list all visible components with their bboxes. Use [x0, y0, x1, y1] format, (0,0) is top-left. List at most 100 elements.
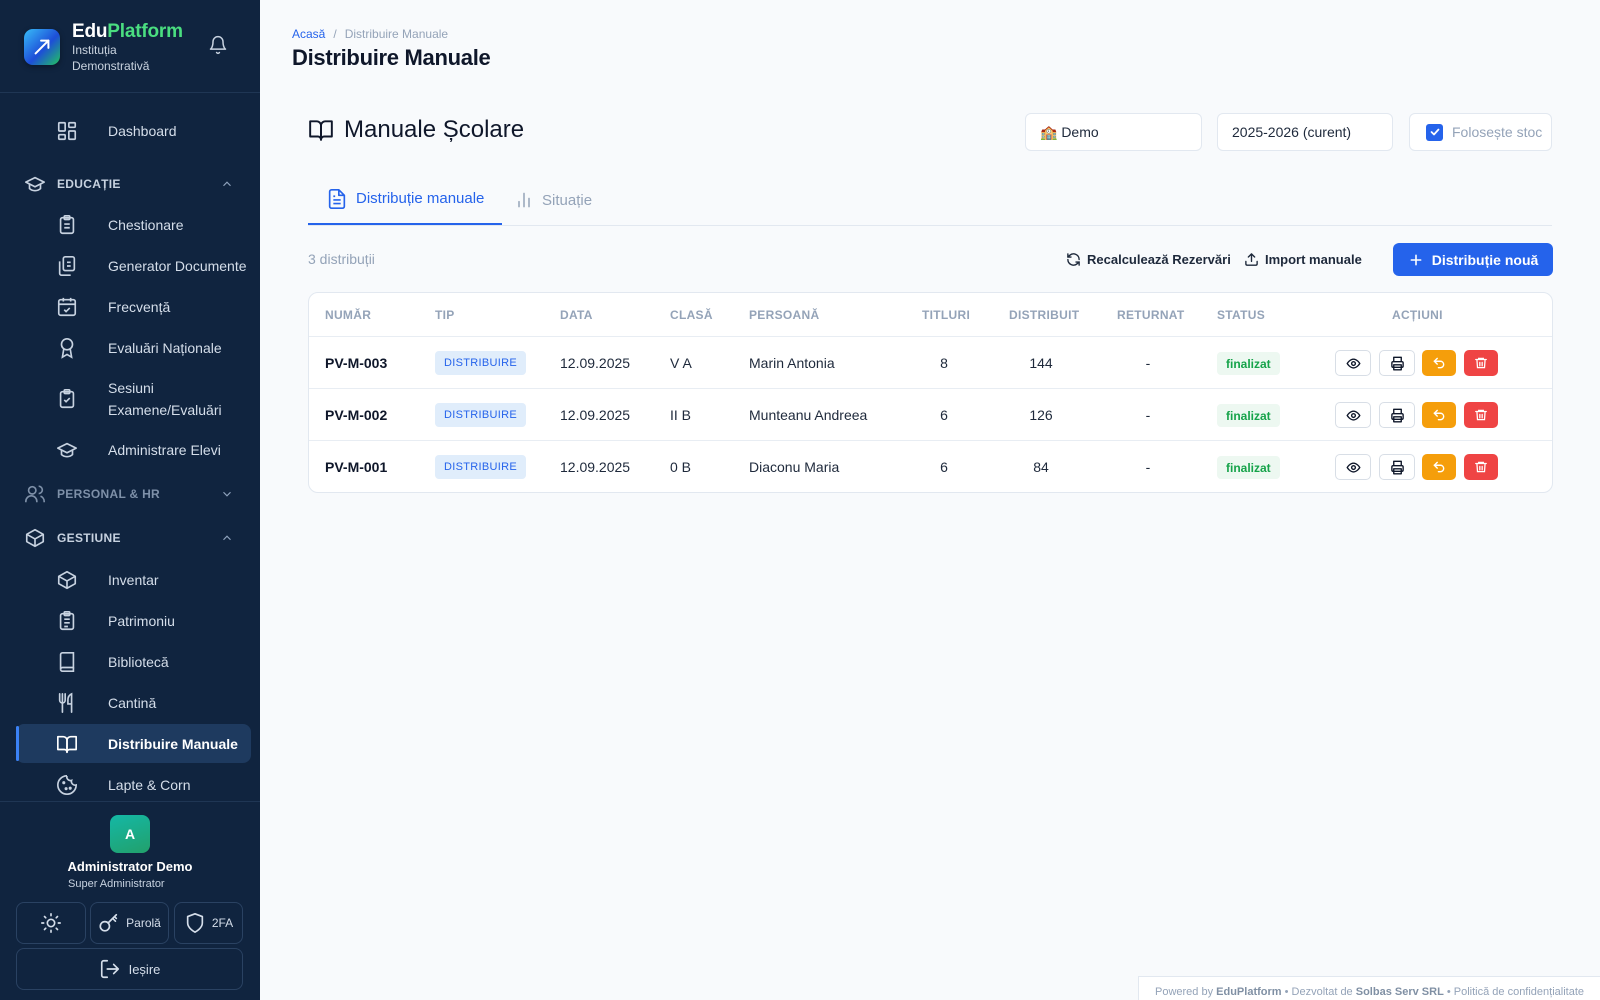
sun-icon: [40, 912, 62, 934]
avatar[interactable]: A: [110, 815, 150, 853]
table-row[interactable]: PV-M-003 DISTRIBUIRE 12.09.2025 V A Mari…: [309, 337, 1552, 389]
sidebar-item-distribuire-manuale[interactable]: Distribuire Manuale: [16, 724, 251, 763]
logo[interactable]: [24, 29, 60, 65]
undo-icon: [1433, 357, 1445, 369]
sidebar-item-evaluari-nationale[interactable]: Evaluări Naționale: [16, 328, 251, 367]
cell-number[interactable]: PV-M-001: [325, 459, 387, 475]
section-educatie[interactable]: EDUCAȚIE: [24, 172, 234, 196]
return-button[interactable]: [1422, 454, 1456, 480]
chevron-up-icon[interactable]: [220, 177, 234, 191]
cell-person: Marin Antonia: [749, 355, 835, 371]
upload-icon: [1244, 252, 1259, 267]
sidebar-item-label: Chestionare: [108, 216, 184, 233]
brand-header: EduPlatform Instituția Demonstrativă: [0, 0, 260, 93]
password-label: Parolă: [126, 916, 161, 930]
footer-company-link[interactable]: Solbas Serv SRL: [1356, 986, 1444, 998]
twofa-label: 2FA: [211, 916, 234, 930]
breadcrumb-separator: /: [333, 27, 337, 41]
graduation-cap-icon: [24, 173, 48, 195]
view-button[interactable]: [1335, 350, 1371, 376]
print-button[interactable]: [1379, 402, 1415, 428]
col-header: RETURNAT: [1117, 308, 1185, 322]
view-button[interactable]: [1335, 454, 1371, 480]
user-role: Super Administrator: [68, 878, 165, 890]
print-button[interactable]: [1379, 454, 1415, 480]
type-badge: DISTRIBUIRE: [435, 455, 526, 479]
section-personal-hr[interactable]: PERSONAL & HR: [24, 482, 234, 506]
sidebar-item-sesiuni-examene[interactable]: Sesiuni Examene/Evaluări: [16, 375, 251, 423]
sidebar-item-patrimoniu[interactable]: Patrimoniu: [16, 601, 251, 640]
password-button[interactable]: Parolă: [90, 902, 169, 944]
tab-distributie-manuale[interactable]: Distribuție manuale: [308, 174, 503, 225]
cell-number[interactable]: PV-M-002: [325, 407, 387, 423]
school-select[interactable]: 🏫 Demo: [1025, 113, 1202, 151]
sidebar-item-frecventa[interactable]: Frecvență: [16, 287, 251, 326]
theme-toggle-button[interactable]: [16, 902, 86, 944]
sidebar-item-label: Patrimoniu: [108, 612, 175, 629]
box-icon: [24, 527, 48, 549]
sidebar-item-cantina[interactable]: Cantină: [16, 683, 251, 722]
cell-number[interactable]: PV-M-003: [325, 355, 387, 371]
type-badge: DISTRIBUIRE: [435, 351, 526, 375]
section-label: PERSONAL & HR: [57, 487, 161, 501]
trash-icon: [1475, 357, 1487, 369]
logout-label: Ieșire: [128, 961, 161, 977]
delete-button[interactable]: [1464, 454, 1498, 480]
twofa-button[interactable]: 2FA: [174, 902, 243, 944]
table-row[interactable]: PV-M-002 DISTRIBUIRE 12.09.2025 II B Mun…: [309, 389, 1552, 441]
logout-button[interactable]: Ieșire: [16, 948, 243, 990]
sidebar-item-biblioteca[interactable]: Bibliotecă: [16, 642, 251, 681]
sidebar-item-label: Dashboard: [108, 122, 177, 139]
status-badge: finalizat: [1217, 404, 1280, 427]
box-icon: [56, 569, 78, 591]
sidebar-item-administrare-elevi[interactable]: Administrare Elevi: [16, 430, 251, 469]
undo-icon: [1433, 461, 1445, 473]
import-manuals-button[interactable]: Import manuale: [1234, 243, 1372, 276]
distribution-count: 3 distribuții: [308, 251, 375, 267]
cell-returned: -: [1145, 459, 1151, 475]
chevron-up-icon[interactable]: [220, 531, 234, 545]
col-header: TITLURI: [922, 308, 971, 322]
recalc-reservations-button[interactable]: Recalculează Rezervări: [1056, 243, 1241, 276]
sidebar-item-dashboard[interactable]: Dashboard: [16, 111, 251, 150]
sidebar-item-generator-documente[interactable]: Generator Documente: [16, 246, 251, 285]
col-header: DISTRIBUIT: [1009, 308, 1080, 322]
tab-situatie[interactable]: Situație: [496, 174, 610, 226]
footer-privacy-link[interactable]: • Politică de confidențialitate: [1447, 986, 1584, 998]
delete-button[interactable]: [1464, 402, 1498, 428]
trash-icon: [1475, 409, 1487, 421]
dashboard-icon: [56, 120, 78, 142]
sidebar-item-lapte-corn[interactable]: Lapte & Corn: [16, 765, 251, 804]
tab-label: Distribuție manuale: [356, 190, 485, 207]
section-gestiune[interactable]: GESTIUNE: [24, 526, 234, 550]
checkbox-checked-icon[interactable]: [1426, 123, 1443, 141]
undo-icon: [1433, 409, 1445, 421]
page-title: Distribuire Manuale: [292, 45, 491, 70]
table-row[interactable]: PV-M-001 DISTRIBUIRE 12.09.2025 0 B Diac…: [309, 441, 1552, 492]
bell-icon[interactable]: [208, 35, 228, 55]
breadcrumb-home-link[interactable]: Acasă: [292, 27, 325, 41]
sidebar-item-inventar[interactable]: Inventar: [16, 560, 251, 599]
use-stock-checkbox[interactable]: Folosește stoc: [1409, 113, 1552, 151]
new-distribution-button[interactable]: Distribuție nouă: [1393, 243, 1553, 276]
chevron-down-icon[interactable]: [220, 487, 234, 501]
sidebar-item-chestionare[interactable]: Chestionare: [16, 205, 251, 244]
cell-returned: -: [1145, 407, 1151, 423]
clipboard-list-icon: [56, 610, 78, 632]
user-panel: A Administrator Demo Super Administrator…: [0, 801, 260, 1000]
import-label: Import manuale: [1265, 252, 1362, 267]
view-button[interactable]: [1335, 402, 1371, 428]
return-button[interactable]: [1422, 350, 1456, 376]
year-select[interactable]: 2025-2026 (curent): [1217, 113, 1393, 151]
delete-button[interactable]: [1464, 350, 1498, 376]
recalc-label: Recalculează Rezervări: [1087, 252, 1231, 267]
print-button[interactable]: [1379, 350, 1415, 376]
eye-icon: [1345, 461, 1361, 473]
trash-icon: [1475, 461, 1487, 473]
cookie-icon: [56, 774, 78, 796]
documents-icon: [56, 255, 78, 277]
return-button[interactable]: [1422, 402, 1456, 428]
book-open-icon: [56, 733, 78, 755]
section-title: Manuale Școlare: [344, 116, 525, 143]
section-heading: Manuale Școlare: [308, 116, 524, 144]
